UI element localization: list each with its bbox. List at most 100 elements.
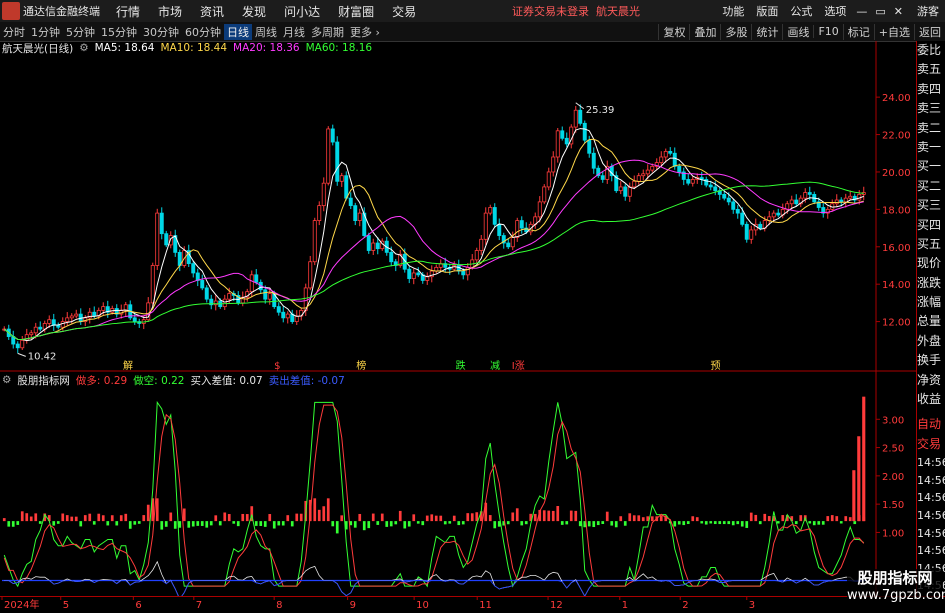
period-toolbar: 分时 1分钟 5分钟 15分钟 30分钟 60分钟 日线 周线 月线 多周期 更…: [0, 22, 945, 42]
indicator-bar: [398, 510, 402, 522]
quote-field[interactable]: 买二: [917, 177, 945, 196]
add-watchlist-button[interactable]: +自选: [873, 23, 914, 40]
menu-item-wealth[interactable]: 财富圈: [338, 3, 374, 20]
quote-field[interactable]: 卖四: [917, 80, 945, 99]
indicator-bar: [335, 521, 339, 534]
menu-item-market[interactable]: 市场: [158, 3, 182, 20]
period-tab-monthly[interactable]: 月线: [280, 24, 308, 40]
candle-body: [564, 137, 569, 145]
quote-field[interactable]: 外盘: [917, 332, 945, 351]
quote-field[interactable]: 涨跌: [917, 274, 945, 293]
tick-time[interactable]: 14:56: [917, 525, 945, 543]
settings-icon[interactable]: ⚙: [2, 374, 11, 386]
menu-item-function[interactable]: 功能: [722, 3, 744, 19]
candle-body: [492, 207, 497, 225]
period-tab-5min[interactable]: 5分钟: [63, 24, 98, 40]
menu-item-trade[interactable]: 交易: [392, 3, 416, 20]
period-tab-1min[interactable]: 1分钟: [28, 24, 63, 40]
auto-trade-panel: 自动 交易: [917, 415, 945, 454]
tool-adjust-button[interactable]: 复权: [658, 23, 689, 40]
menu-item-options[interactable]: 选项: [824, 3, 846, 19]
indicator-bar: [659, 515, 663, 522]
tick-time[interactable]: 14:56: [917, 472, 945, 490]
period-tab-daily[interactable]: 日线: [224, 23, 252, 40]
quote-field[interactable]: 卖一: [917, 138, 945, 157]
quote-field[interactable]: 净资: [917, 371, 945, 390]
indicator-bar: [587, 521, 591, 527]
candle-body: [663, 150, 668, 158]
candle-body: [353, 205, 358, 221]
indicator-bar: [794, 521, 798, 525]
tool-multi-button[interactable]: 多股: [720, 23, 751, 40]
candle-body: [335, 141, 340, 182]
indicator-bar: [722, 521, 726, 525]
candle-body: [546, 171, 551, 188]
menu-item-news[interactable]: 资讯: [200, 3, 224, 20]
quote-field[interactable]: 买一: [917, 157, 945, 176]
quote-field[interactable]: 卖五: [917, 60, 945, 79]
candle-body: [263, 289, 268, 300]
tick-time[interactable]: 14:56: [917, 507, 945, 525]
quote-field[interactable]: 涨幅: [917, 293, 945, 312]
candle-body: [848, 195, 853, 199]
menu-item-layout[interactable]: 版面: [756, 3, 778, 19]
tool-overlay-button[interactable]: 叠加: [689, 23, 720, 40]
auto-trade-item[interactable]: 自动: [917, 415, 945, 434]
indicator-bar: [254, 521, 258, 526]
indicator-bar: [155, 498, 159, 522]
indicator-bar: [740, 521, 744, 527]
period-tab-60min[interactable]: 60分钟: [182, 24, 224, 40]
indicator-bar: [115, 521, 119, 526]
menu-item-quotes[interactable]: 行情: [116, 3, 140, 20]
close-icon[interactable]: ✕: [894, 5, 903, 18]
period-tab-30min[interactable]: 30分钟: [140, 24, 182, 40]
tool-mark-button[interactable]: 标记: [842, 23, 874, 40]
quote-field[interactable]: 换手: [917, 351, 945, 370]
chart-area[interactable]: 25.39 10.42 解 $ 榜 跌 减 I涨 预 24.00 22.00 20.00 18.00 1…: [0, 41, 916, 596]
indicator-bar: [16, 521, 20, 525]
menu-item-discover[interactable]: 发现: [242, 3, 266, 20]
quote-field[interactable]: 卖三: [917, 99, 945, 118]
indicator-bar: [443, 521, 447, 525]
indicator-tick-label: 1.50: [882, 500, 904, 511]
indicator-bar: [830, 515, 834, 522]
quote-field[interactable]: 买五: [917, 235, 945, 254]
indicator-bar: [799, 515, 803, 522]
tool-draw-button[interactable]: 画线: [782, 23, 813, 40]
quote-field[interactable]: 现价: [917, 254, 945, 273]
candle-body: [168, 235, 173, 246]
menu-item-formula[interactable]: 公式: [790, 3, 812, 19]
duo-line: [3, 404, 865, 587]
quote-field[interactable]: 买三: [917, 196, 945, 215]
tick-time[interactable]: 14:56: [917, 489, 945, 507]
quote-field[interactable]: 委比: [917, 41, 945, 60]
indicator-bar: [650, 516, 654, 522]
indicator-bar: [457, 521, 461, 526]
auto-trade-item[interactable]: 交易: [917, 435, 945, 454]
period-tab-15min[interactable]: 15分钟: [98, 24, 140, 40]
menu-item-ask[interactable]: 问小达: [284, 3, 320, 20]
period-tab-weekly[interactable]: 周线: [252, 24, 280, 40]
indicator-bar: [331, 521, 335, 527]
tick-time[interactable]: 14:56: [917, 542, 945, 560]
tool-f10-button[interactable]: F10: [813, 25, 842, 38]
indicator-bar: [421, 521, 425, 526]
period-tab-multi[interactable]: 多周期: [308, 24, 347, 40]
quote-field[interactable]: 总量: [917, 312, 945, 331]
tick-time[interactable]: 14:56: [917, 454, 945, 472]
kline-chart[interactable]: 25.39 10.42 解 $ 榜 跌 减 I涨 预 24.00 22.00 20.00 18.00 1…: [0, 41, 916, 596]
restore-icon[interactable]: ▭: [875, 5, 885, 18]
back-button[interactable]: 返回: [914, 23, 945, 40]
quote-field[interactable]: 收益: [917, 390, 945, 409]
settings-icon[interactable]: ⚙: [79, 42, 88, 54]
period-tab-more[interactable]: 更多 ›: [347, 24, 383, 40]
quote-field[interactable]: 买四: [917, 216, 945, 235]
tool-stats-button[interactable]: 统计: [751, 23, 782, 40]
guest-button[interactable]: 游客: [917, 3, 939, 19]
period-tab-timeshare[interactable]: 分时: [0, 24, 28, 40]
minimize-icon[interactable]: —: [856, 5, 867, 18]
indicator-bar: [839, 521, 843, 524]
indicator-bar: [268, 514, 272, 522]
quote-field[interactable]: 卖二: [917, 119, 945, 138]
candle-body: [326, 128, 331, 184]
